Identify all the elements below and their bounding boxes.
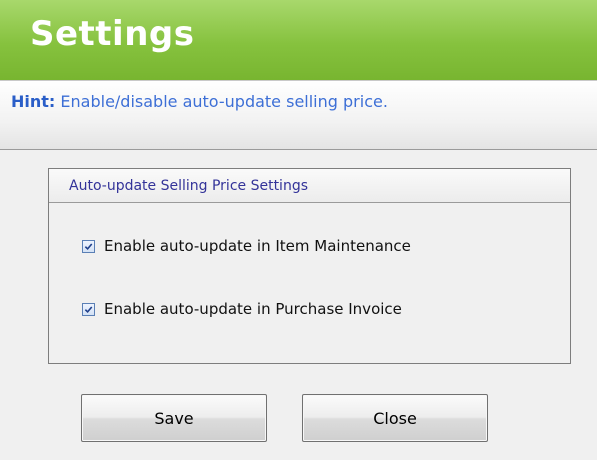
hint-message: Hint: Enable/disable auto-update selling…	[11, 92, 388, 111]
purchase-invoice-checkbox[interactable]	[82, 302, 95, 316]
close-button[interactable]: Close	[302, 394, 488, 442]
save-button[interactable]: Save	[81, 394, 267, 442]
purchase-invoice-label: Enable auto-update in Purchase Invoice	[104, 300, 402, 318]
item-maintenance-label: Enable auto-update in Item Maintenance	[104, 237, 411, 255]
option-purchase-invoice[interactable]: Enable auto-update in Purchase Invoice	[82, 298, 402, 320]
group-title: Auto-update Selling Price Settings	[69, 178, 308, 194]
checkmark-icon	[84, 305, 93, 313]
hint-label: Hint:	[11, 92, 56, 111]
option-item-maintenance[interactable]: Enable auto-update in Item Maintenance	[82, 235, 411, 257]
page-title: Settings	[30, 14, 195, 54]
item-maintenance-checkbox[interactable]	[82, 239, 95, 253]
title-bar: Settings	[0, 0, 597, 80]
checkmark-icon	[84, 242, 93, 250]
selling-price-settings-group: Auto-update Selling Price Settings Enabl…	[48, 168, 571, 364]
hint-text: Enable/disable auto-update selling price…	[60, 92, 388, 111]
hint-bar: Hint: Enable/disable auto-update selling…	[0, 80, 597, 150]
group-header: Auto-update Selling Price Settings	[49, 169, 570, 203]
